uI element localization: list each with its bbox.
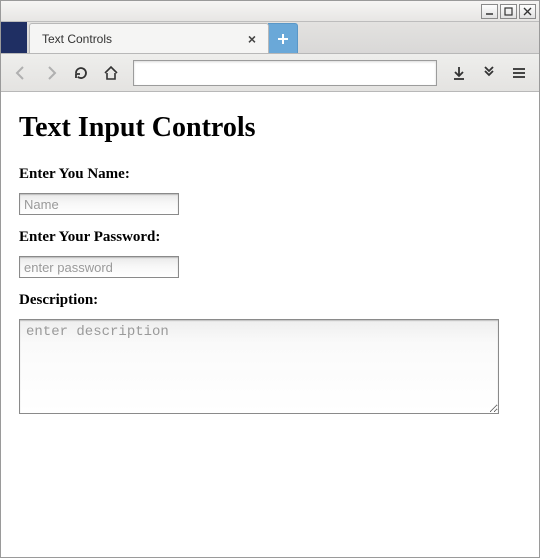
downloads-button[interactable] xyxy=(445,59,473,87)
name-input[interactable] xyxy=(19,193,179,215)
brand-accent xyxy=(1,22,27,53)
tab-close-icon[interactable]: × xyxy=(244,31,260,47)
browser-toolbar xyxy=(1,54,539,92)
maximize-button[interactable] xyxy=(500,4,517,19)
page-content: Text Input Controls Enter You Name: Ente… xyxy=(1,92,539,557)
tab-title: Text Controls xyxy=(42,32,244,46)
password-input[interactable] xyxy=(19,256,179,278)
description-label: Description: xyxy=(19,292,521,309)
browser-window: Text Controls × Text Input Con xyxy=(0,0,540,558)
description-textarea[interactable] xyxy=(19,319,499,414)
password-label: Enter Your Password: xyxy=(19,229,521,246)
forward-button[interactable] xyxy=(37,59,65,87)
browser-tab[interactable]: Text Controls × xyxy=(29,23,269,53)
tab-strip: Text Controls × xyxy=(1,22,539,54)
home-button[interactable] xyxy=(97,59,125,87)
overflow-button[interactable] xyxy=(475,59,503,87)
close-button[interactable] xyxy=(519,4,536,19)
minimize-button[interactable] xyxy=(481,4,498,19)
back-button[interactable] xyxy=(7,59,35,87)
menu-button[interactable] xyxy=(505,59,533,87)
new-tab-button[interactable] xyxy=(268,23,298,53)
window-titlebar xyxy=(1,1,539,22)
url-bar[interactable] xyxy=(133,60,437,86)
reload-button[interactable] xyxy=(67,59,95,87)
page-heading: Text Input Controls xyxy=(19,112,521,144)
name-label: Enter You Name: xyxy=(19,166,521,183)
